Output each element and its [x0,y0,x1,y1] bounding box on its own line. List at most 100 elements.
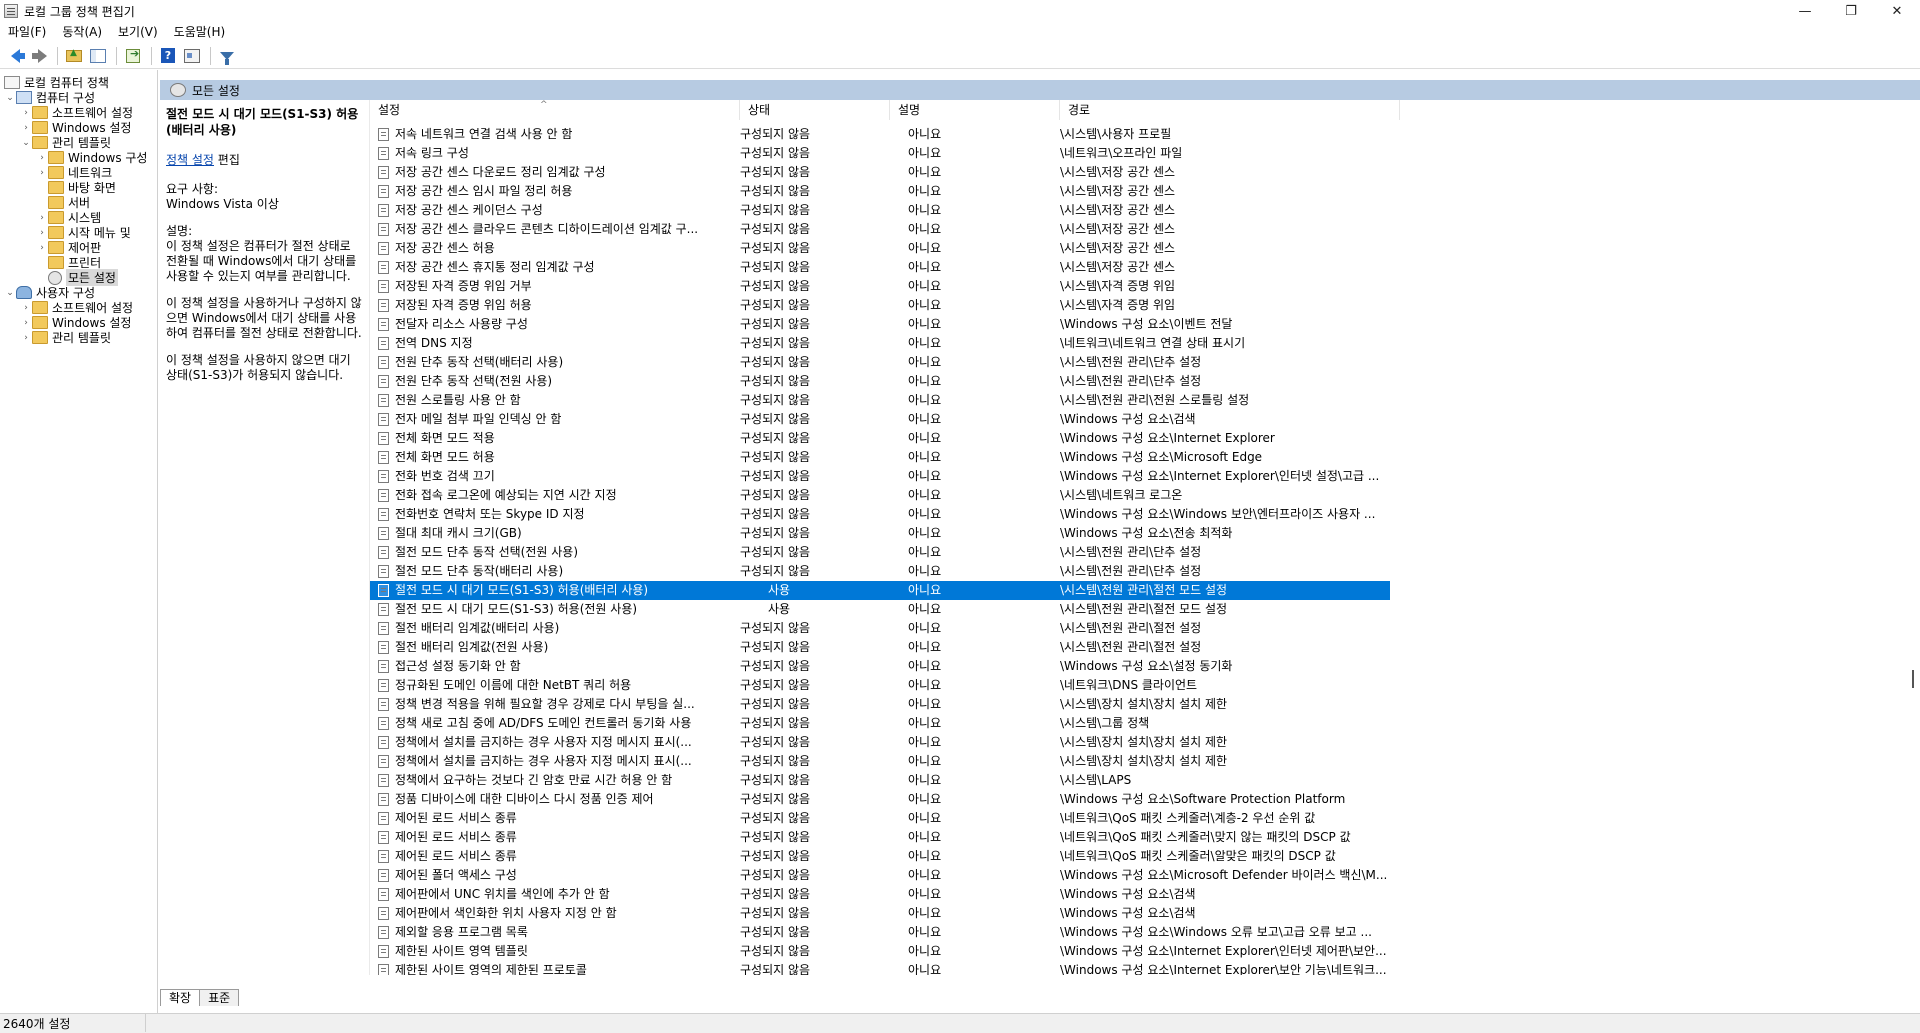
show-hide-tree-button[interactable] [87,46,109,66]
table-row[interactable]: 제한된 사이트 영역 템플릿 구성되지 않음 아니요 \Windows 구성 요소\I… [370,942,1920,961]
comment-cell: 아니요 [908,659,942,673]
menu-help[interactable]: 도움말(H) [166,22,234,42]
table-row[interactable]: 제어된 로드 서비스 종류 구성되지 않음 아니요 \네트워크\QoS 패킷 스케줄러… [370,847,1920,866]
chevron-down-icon[interactable]: ⌄ [20,138,32,148]
column-header-comment[interactable]: 설명 [890,100,1060,120]
table-row[interactable]: 저장 공간 센스 케이던스 구성 구성되지 않음 아니요 \시스템\저장 공간 센스 [370,201,1920,220]
chevron-right-icon[interactable]: › [20,318,32,328]
table-row[interactable]: 절전 배터리 임계값(배터리 사용) 구성되지 않음 아니요 \시스템\전원 관리\절… [370,619,1920,638]
table-row[interactable]: 제어판에서 색인화한 위치 사용자 지정 안 함 구성되지 않음 아니요 \Windo… [370,904,1920,923]
table-row[interactable]: 전원 단추 동작 선택(배터리 사용) 구성되지 않음 아니요 \시스템\전원 관리\… [370,353,1920,372]
table-row[interactable]: 정품 디바이스에 대한 디바이스 다시 정품 인증 제어 구성되지 않음 아니요 \W… [370,790,1920,809]
view-tabs: 확장 표준 [160,988,240,1006]
menu-view[interactable]: 보기(V) [110,22,166,42]
table-row[interactable]: 전화 번호 검색 끄기 구성되지 않음 아니요 \Windows 구성 요소\Inte… [370,467,1920,486]
table-row[interactable]: 절전 모드 단추 동작 선택(전원 사용) 구성되지 않음 아니요 \시스템\전원 관… [370,543,1920,562]
comment-cell: 아니요 [908,412,942,426]
edit-policy-link[interactable]: 정책 설정 [166,153,214,167]
help-button[interactable]: ? [157,46,179,66]
state-cell: 구성되지 않음 [740,469,811,483]
maximize-button[interactable]: ❐ [1828,0,1874,22]
menu-file[interactable]: 파일(F) [0,22,54,42]
close-button[interactable]: ✕ [1874,0,1920,22]
table-row[interactable]: 전체 화면 모드 허용 구성되지 않음 아니요 \Windows 구성 요소\Micr… [370,448,1920,467]
table-row[interactable]: 전화 접속 로그온에 예상되는 지연 시간 지정 구성되지 않음 아니요 \시스템\네… [370,486,1920,505]
table-row[interactable]: 전역 DNS 지정 구성되지 않음 아니요 \네트워크\네트워크 연결 상태 표시기 [370,334,1920,353]
table-row[interactable]: 절전 모드 시 대기 모드(S1-S3) 허용(전원 사용) 사용 아니요 \시스템\… [370,600,1920,619]
table-row[interactable]: 저장 공간 센스 다운로드 정리 임계값 구성 구성되지 않음 아니요 \시스템\저장… [370,163,1920,182]
table-row[interactable]: 전자 메일 첨부 파일 인덱싱 안 함 구성되지 않음 아니요 \Windows 구성… [370,410,1920,429]
table-row[interactable]: 전달자 리소스 사용량 구성 구성되지 않음 아니요 \Windows 구성 요소\이… [370,315,1920,334]
table-row[interactable]: 제한된 사이트 영역의 제한된 프로토콜 구성되지 않음 아니요 \Windows 구… [370,961,1920,975]
table-row[interactable]: 제어된 폴더 액세스 구성 구성되지 않음 아니요 \Windows 구성 요소\Mi… [370,866,1920,885]
table-row[interactable]: 접근성 설정 동기화 안 함 구성되지 않음 아니요 \Windows 구성 요소\설… [370,657,1920,676]
table-row[interactable]: 절대 최대 캐시 크기(GB) 구성되지 않음 아니요 \Windows 구성 요소\… [370,524,1920,543]
table-row[interactable]: 절전 배터리 임계값(전원 사용) 구성되지 않음 아니요 \시스템\전원 관리\절전… [370,638,1920,657]
table-row[interactable]: 저장 공간 센스 클라우드 콘텐츠 디하이드레이션 임계값 구... 구성되지 않… [370,220,1920,239]
table-row[interactable]: 정책 변경 적용을 위해 필요할 경우 강제로 다시 부팅을 실... 구성되지 … [370,695,1920,714]
table-row[interactable]: 제어된 로드 서비스 종류 구성되지 않음 아니요 \네트워크\QoS 패킷 스케줄러… [370,809,1920,828]
state-cell: 구성되지 않음 [740,621,811,635]
chevron-right-icon[interactable]: › [20,333,32,343]
settings-list: 설정 ^ 상태 설명 경로 저속 네트워크 연결 검색 사용 안 함 구성되지 않음… [370,100,1920,975]
chevron-right-icon[interactable]: › [36,168,48,178]
table-row[interactable]: 정책 새로 고침 중에 AD/DFS 도메인 컨트롤러 동기화 사용 구성되지 않… [370,714,1920,733]
chevron-right-icon[interactable]: › [36,213,48,223]
table-row[interactable]: 정규화된 도메인 이름에 대한 NetBT 쿼리 허용 구성되지 않음 아니요 \네트… [370,676,1920,695]
table-row[interactable]: 저장 공간 센스 임시 파일 정리 허용 구성되지 않음 아니요 \시스템\저장 공간… [370,182,1920,201]
chevron-right-icon[interactable]: › [36,153,48,163]
column-header-state[interactable]: 상태 [740,100,890,120]
table-row[interactable]: 제어판에서 UNC 위치를 색인에 추가 안 함 구성되지 않음 아니요 \Windo… [370,885,1920,904]
table-row[interactable]: 제어된 로드 서비스 종류 구성되지 않음 아니요 \네트워크\QoS 패킷 스케줄러… [370,828,1920,847]
tab-standard[interactable]: 표준 [199,989,240,1006]
path-cell: \Windows 구성 요소\설정 동기화 [1060,659,1233,673]
policy-setting-icon [378,717,389,730]
table-row[interactable]: 절전 모드 단추 동작(배터리 사용) 구성되지 않음 아니요 \시스템\전원 관리\… [370,562,1920,581]
comment-cell: 아니요 [908,621,942,635]
filter-button[interactable] [216,46,238,66]
path-cell: \시스템\전원 관리\단추 설정 [1060,545,1202,559]
menu-action[interactable]: 동작(A) [54,22,110,42]
table-row[interactable]: 절전 모드 시 대기 모드(S1-S3) 허용(배터리 사용) 사용 아니요 \시스템… [370,581,1390,600]
tree-item-u-admin[interactable]: › 관리 템플릿 [20,329,111,346]
table-row[interactable]: 저속 링크 구성 구성되지 않음 아니요 \네트워크\오프라인 파일 [370,144,1920,163]
setting-name-cell: 전역 DNS 지정 [378,334,728,353]
folder-icon [48,166,64,179]
table-row[interactable]: 저장 공간 센스 허용 구성되지 않음 아니요 \시스템\저장 공간 센스 [370,239,1920,258]
table-row[interactable]: 정책에서 요구하는 것보다 긴 암호 만료 시간 허용 안 함 구성되지 않음 아니… [370,771,1920,790]
chevron-right-icon[interactable]: › [20,108,32,118]
table-row[interactable]: 저장된 자격 증명 위임 허용 구성되지 않음 아니요 \시스템\자격 증명 위임 [370,296,1920,315]
column-header-path[interactable]: 경로 [1060,100,1400,120]
scrollbar-thumb[interactable] [1912,670,1914,688]
chevron-right-icon[interactable]: › [36,243,48,253]
chevron-right-icon[interactable]: › [20,303,32,313]
path-cell: \시스템\전원 관리\절전 모드 설정 [1060,583,1228,597]
export-list-button[interactable] [122,46,144,66]
table-row[interactable]: 저속 네트워크 연결 검색 사용 안 함 구성되지 않음 아니요 \시스템\사용자 프… [370,125,1920,144]
table-row[interactable]: 정책에서 설치를 금지하는 경우 사용자 지정 메시지 표시(... 구성되지 않… [370,733,1920,752]
path-cell: \시스템\자격 증명 위임 [1060,279,1176,293]
setting-name-cell: 정책 변경 적용을 위해 필요할 경우 강제로 다시 부팅을 실... [378,695,728,714]
back-button[interactable] [4,46,26,66]
chevron-down-icon[interactable]: ⌄ [4,288,16,298]
table-row[interactable]: 전원 단추 동작 선택(전원 사용) 구성되지 않음 아니요 \시스템\전원 관리\단… [370,372,1920,391]
up-one-level-button[interactable] [63,46,85,66]
table-row[interactable]: 저장된 자격 증명 위임 거부 구성되지 않음 아니요 \시스템\자격 증명 위임 [370,277,1920,296]
chevron-right-icon[interactable]: › [20,123,32,133]
forward-button[interactable] [28,46,50,66]
properties-button[interactable] [181,46,203,66]
table-row[interactable]: 전화번호 연락처 또는 Skype ID 지정 구성되지 않음 아니요 \Window… [370,505,1920,524]
table-row[interactable]: 전체 화면 모드 적용 구성되지 않음 아니요 \Windows 구성 요소\Inte… [370,429,1920,448]
table-row[interactable]: 전원 스로틀링 사용 안 함 구성되지 않음 아니요 \시스템\전원 관리\전원 스로… [370,391,1920,410]
table-row[interactable]: 제외할 응용 프로그램 목록 구성되지 않음 아니요 \Windows 구성 요소\W… [370,923,1920,942]
table-row[interactable]: 정책에서 설치를 금지하는 경우 사용자 지정 메시지 표시(... 구성되지 않… [370,752,1920,771]
tab-extended[interactable]: 확장 [160,989,201,1006]
minimize-button[interactable]: — [1782,0,1828,22]
policy-setting-icon [378,641,389,654]
column-header-setting[interactable]: 설정 ^ [370,100,740,120]
chevron-down-icon[interactable]: ⌄ [4,93,16,103]
setting-name-cell: 제어판에서 UNC 위치를 색인에 추가 안 함 [378,885,728,904]
setting-name-cell: 제한된 사이트 영역 템플릿 [378,942,728,961]
chevron-right-icon[interactable]: › [36,228,48,238]
table-row[interactable]: 저장 공간 센스 휴지통 정리 임계값 구성 구성되지 않음 아니요 \시스템\저장 … [370,258,1920,277]
